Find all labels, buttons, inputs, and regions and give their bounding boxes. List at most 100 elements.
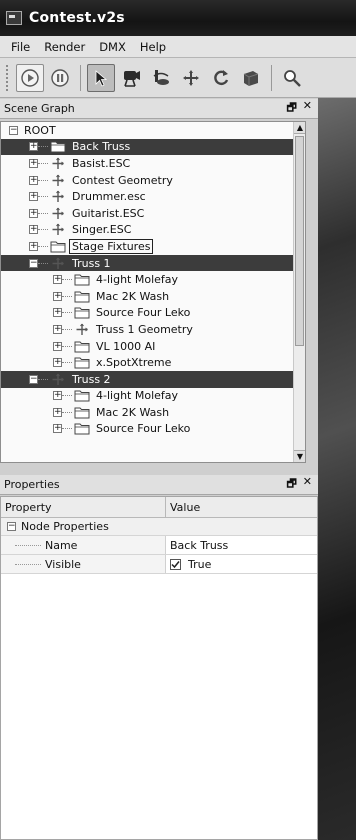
tree-item[interactable]: − Truss 1 [1, 254, 305, 272]
expand-icon[interactable]: + [53, 407, 62, 417]
folder-icon [74, 406, 90, 419]
tree-connector [62, 295, 72, 297]
tree-item-label: Mac 2K Wash [96, 405, 170, 419]
tree-items: + Back Truss + Basist.ESC + Contest Geometry +… [1, 138, 305, 438]
tree-item-label: Singer.ESC [72, 223, 132, 237]
3d-viewport[interactable] [318, 98, 356, 840]
close-icon[interactable]: ✕ [303, 475, 312, 494]
collapse-icon[interactable]: − [9, 125, 18, 135]
tree-connector [62, 312, 72, 314]
tree-connector [62, 345, 72, 347]
tree-item[interactable]: + Mac 2K Wash [1, 404, 305, 421]
play-button[interactable] [16, 63, 44, 92]
property-row-visible[interactable]: Visible True [1, 555, 317, 574]
tree-item-label: Mac 2K Wash [96, 289, 170, 303]
tree-item[interactable]: + Singer.ESC [1, 222, 305, 239]
box-button[interactable] [237, 64, 265, 92]
folder-icon [50, 240, 66, 253]
property-group-row[interactable]: − Node Properties [1, 518, 317, 536]
node-icon [50, 174, 66, 187]
float-icon[interactable]: 🗗 [286, 475, 296, 494]
expand-icon[interactable]: + [53, 291, 62, 301]
property-key: Visible [45, 557, 81, 571]
app-icon [6, 11, 22, 25]
node-icon [74, 323, 90, 336]
tree-item[interactable]: + Truss 1 Geometry [1, 321, 305, 338]
scene-graph-scrollbar[interactable]: ▲ ▼ [293, 122, 305, 462]
tree-item-label: Stage Fixtures [68, 238, 154, 254]
tree-connector [62, 328, 72, 330]
spotlight-button[interactable] [117, 64, 145, 92]
expand-icon[interactable]: + [29, 142, 38, 152]
collapse-icon[interactable]: − [7, 522, 16, 531]
tree-item[interactable]: + VL 1000 AI [1, 338, 305, 355]
expand-icon[interactable]: + [53, 324, 62, 334]
tree-connector [38, 262, 48, 264]
menu-render[interactable]: Render [37, 40, 92, 54]
scene-graph-title: Scene Graph [4, 102, 75, 115]
rotate-object-button[interactable] [147, 64, 175, 92]
tree-item-label: Contest Geometry [72, 173, 173, 187]
tree-item[interactable]: + Back Truss [1, 138, 305, 156]
expand-icon[interactable]: + [29, 192, 38, 202]
tree-item[interactable]: + Mac 2K Wash [1, 288, 305, 305]
visible-checkbox[interactable] [170, 558, 181, 570]
folder-icon [50, 140, 66, 153]
zoom-button[interactable] [278, 64, 306, 92]
tree-root[interactable]: − ROOT [1, 122, 305, 139]
expand-icon[interactable]: + [53, 308, 62, 318]
zoom-icon [284, 69, 301, 87]
menu-dmx[interactable]: DMX [92, 40, 133, 54]
close-icon[interactable]: ✕ [303, 99, 312, 118]
expand-icon[interactable]: + [53, 424, 62, 434]
tree-item[interactable]: + Source Four Leko [1, 421, 305, 438]
float-icon[interactable]: 🗗 [286, 99, 296, 118]
expand-icon[interactable]: + [29, 175, 38, 185]
tree-connector [38, 212, 48, 214]
pause-button[interactable] [46, 64, 74, 92]
property-row-name[interactable]: Name Back Truss [1, 536, 317, 555]
scene-graph-tree[interactable]: − ROOT + Back Truss + Basist.ESC + Contest Ge… [0, 121, 306, 463]
tree-item[interactable]: + Guitarist.ESC [1, 205, 305, 222]
tree-connector [38, 229, 48, 231]
folder-icon [74, 422, 90, 435]
expand-icon[interactable]: + [53, 341, 62, 351]
expand-icon[interactable]: + [53, 358, 62, 368]
expand-icon[interactable]: + [29, 158, 38, 168]
collapse-icon[interactable]: − [29, 258, 38, 268]
column-header-property[interactable]: Property [1, 497, 166, 517]
expand-icon[interactable]: + [29, 241, 38, 251]
refresh-button[interactable] [207, 64, 235, 92]
tree-item[interactable]: + Source Four Leko [1, 305, 305, 322]
tree-item[interactable]: + Basist.ESC [1, 155, 305, 172]
menu-file[interactable]: File [4, 40, 37, 54]
tree-item-label: Drummer.esc [72, 190, 146, 204]
tree-item-label: Truss 1 Geometry [96, 322, 193, 336]
tree-item-label: x.SpotXtreme [96, 356, 172, 370]
collapse-icon[interactable]: − [29, 374, 38, 384]
tree-item[interactable]: + Drummer.esc [1, 188, 305, 205]
scroll-thumb[interactable] [295, 136, 304, 346]
tree-item[interactable]: +4-light Molefay [1, 388, 305, 405]
pause-icon [51, 68, 69, 87]
property-value-name[interactable]: Back Truss [170, 539, 228, 552]
tree-item[interactable]: +4-light Molefay [1, 271, 305, 288]
tree-item[interactable]: − Truss 2 [1, 370, 305, 388]
column-header-value[interactable]: Value [166, 497, 200, 517]
tree-item[interactable]: + x.SpotXtreme [1, 354, 305, 371]
node-icon [50, 157, 66, 170]
toolbar-grip[interactable] [6, 64, 10, 91]
expand-icon[interactable]: + [29, 208, 38, 218]
move-button[interactable] [177, 64, 205, 92]
tree-item[interactable]: + Contest Geometry [1, 172, 305, 189]
scroll-up-icon[interactable]: ▲ [294, 122, 305, 134]
tree-item[interactable]: + Stage Fixtures [1, 238, 305, 255]
tree-connector [62, 428, 72, 430]
expand-icon[interactable]: + [53, 275, 62, 285]
expand-icon[interactable]: + [29, 225, 38, 235]
expand-icon[interactable]: + [53, 391, 62, 401]
scroll-down-icon[interactable]: ▼ [294, 450, 305, 462]
menu-help[interactable]: Help [133, 40, 173, 54]
tree-item-label: VL 1000 AI [96, 339, 156, 353]
select-button[interactable] [87, 63, 115, 92]
